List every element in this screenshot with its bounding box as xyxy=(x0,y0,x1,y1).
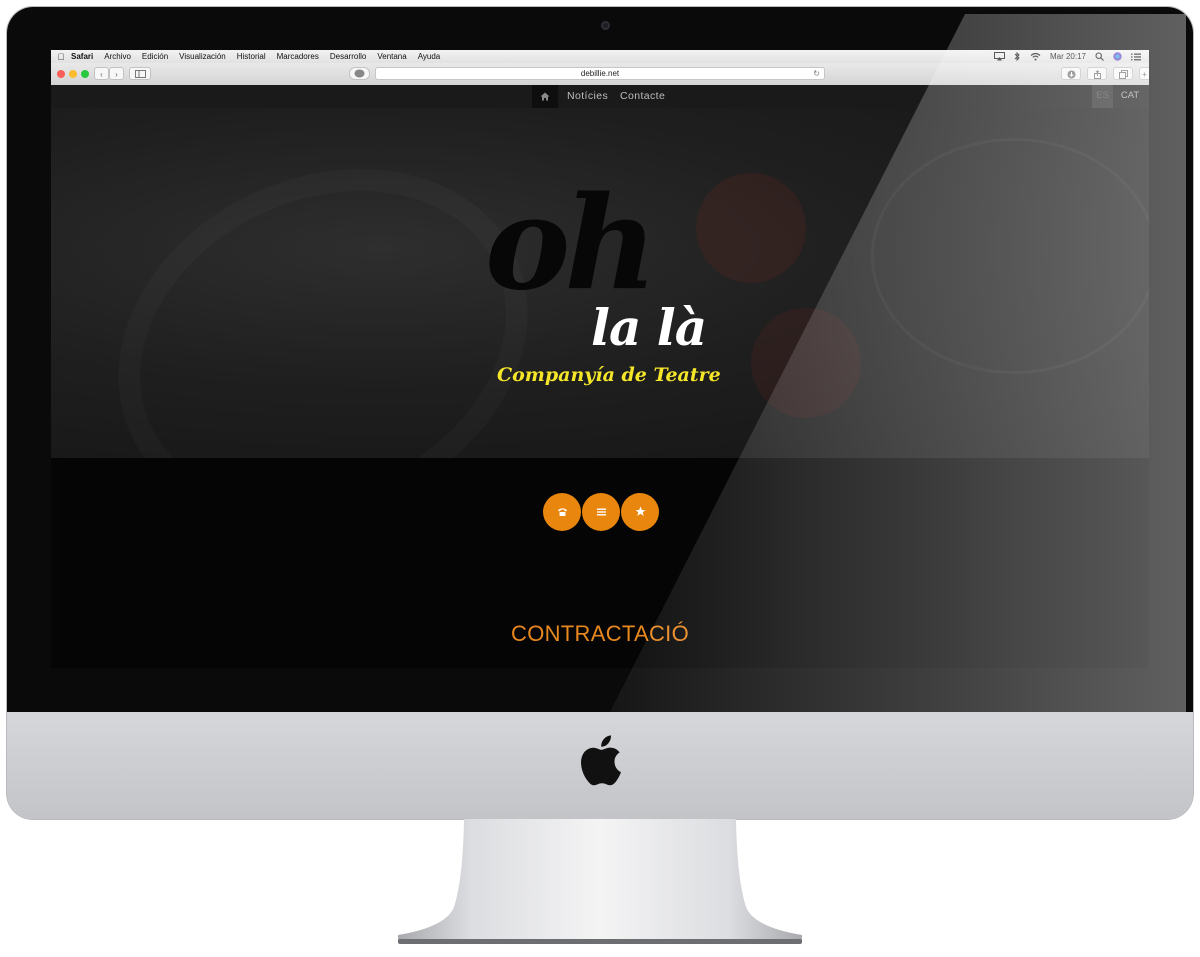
tabs-icon xyxy=(1118,70,1128,79)
download-icon xyxy=(1067,70,1075,79)
background-decoration xyxy=(871,138,1149,374)
plus-icon: + xyxy=(1142,70,1147,79)
clock[interactable]: Mar 20:17 xyxy=(1050,52,1086,61)
address-bar[interactable]: debillie.net ↻ xyxy=(375,67,825,80)
menu-bar:  Safari Archivo Edición Visualización H… xyxy=(51,50,1149,63)
background-decoration xyxy=(696,173,806,283)
phone-button[interactable] xyxy=(543,493,581,531)
forward-button[interactable]: › xyxy=(109,67,124,80)
new-tab-button[interactable]: + xyxy=(1139,67,1149,80)
section-title: CONTRACTACIÓ xyxy=(511,621,689,646)
close-window-button[interactable] xyxy=(57,70,65,78)
site-icon-button[interactable] xyxy=(349,67,370,80)
downloads-button[interactable] xyxy=(1061,67,1081,80)
sidebar-icon xyxy=(134,70,146,78)
camera xyxy=(601,21,610,30)
bluetooth-icon[interactable] xyxy=(1014,52,1021,61)
browser-toolbar: ‹ › debillie.net ↻ + xyxy=(51,63,1149,86)
favorites-button[interactable] xyxy=(621,493,659,531)
menu-safari[interactable]: Safari xyxy=(71,52,93,61)
reload-icon[interactable]: ↻ xyxy=(813,68,820,80)
zoom-window-button[interactable] xyxy=(81,70,89,78)
menu-desarrollo[interactable]: Desarrollo xyxy=(330,52,366,61)
menu-marcadores[interactable]: Marcadores xyxy=(277,52,319,61)
menu-ayuda[interactable]: Ayuda xyxy=(418,52,441,61)
minimize-window-button[interactable] xyxy=(69,70,77,78)
nav-noticies[interactable]: Notícies xyxy=(567,85,608,108)
url-text: debillie.net xyxy=(580,69,620,78)
chevron-right-icon: › xyxy=(115,70,118,79)
home-icon xyxy=(540,92,550,101)
apple-logo-icon xyxy=(581,735,621,786)
menu-visualizacion[interactable]: Visualización xyxy=(179,52,226,61)
logo-oh: oh xyxy=(485,169,657,319)
logo-tagline: Companyía de Teatre xyxy=(497,364,721,386)
menu-edicion[interactable]: Edición xyxy=(142,52,168,61)
language-cat[interactable]: CAT xyxy=(1117,85,1143,108)
language-es[interactable]: ES xyxy=(1092,85,1113,108)
siri-icon[interactable] xyxy=(1113,52,1122,61)
menu-button[interactable] xyxy=(582,493,620,531)
imac-stand xyxy=(398,819,802,944)
menu-ventana[interactable]: Ventana xyxy=(377,52,406,61)
status-area: Mar 20:17 xyxy=(993,50,1141,63)
back-button[interactable]: ‹ xyxy=(94,67,109,80)
star-icon xyxy=(635,506,645,516)
wifi-icon[interactable] xyxy=(1030,52,1041,61)
website-favicon-icon xyxy=(354,69,365,78)
hero-banner: oh la là Companyía de Teatre xyxy=(51,108,1149,458)
nav-contacte[interactable]: Contacte xyxy=(620,85,665,108)
chevron-left-icon: ‹ xyxy=(100,70,103,79)
site-navigation: Notícies Contacte ES CAT xyxy=(51,85,1149,108)
tabs-overview-button[interactable] xyxy=(1113,67,1133,80)
screen:  Safari Archivo Edición Visualización H… xyxy=(51,50,1149,668)
menu-archivo[interactable]: Archivo xyxy=(104,52,131,61)
airplay-icon[interactable] xyxy=(993,52,1005,61)
menu-icon xyxy=(596,508,606,516)
background-decoration xyxy=(751,308,861,418)
home-link[interactable] xyxy=(532,85,558,108)
spotlight-search-icon[interactable] xyxy=(1095,52,1104,61)
apple-menu-icon[interactable]:  xyxy=(51,52,71,62)
share-button[interactable] xyxy=(1087,67,1107,80)
menu-historial[interactable]: Historial xyxy=(237,52,266,61)
notification-center-icon[interactable] xyxy=(1131,53,1141,61)
sidebar-toggle-button[interactable] xyxy=(129,67,151,80)
logo-la-la: la là xyxy=(591,298,707,357)
phone-icon xyxy=(557,508,567,516)
share-icon xyxy=(1093,70,1101,79)
